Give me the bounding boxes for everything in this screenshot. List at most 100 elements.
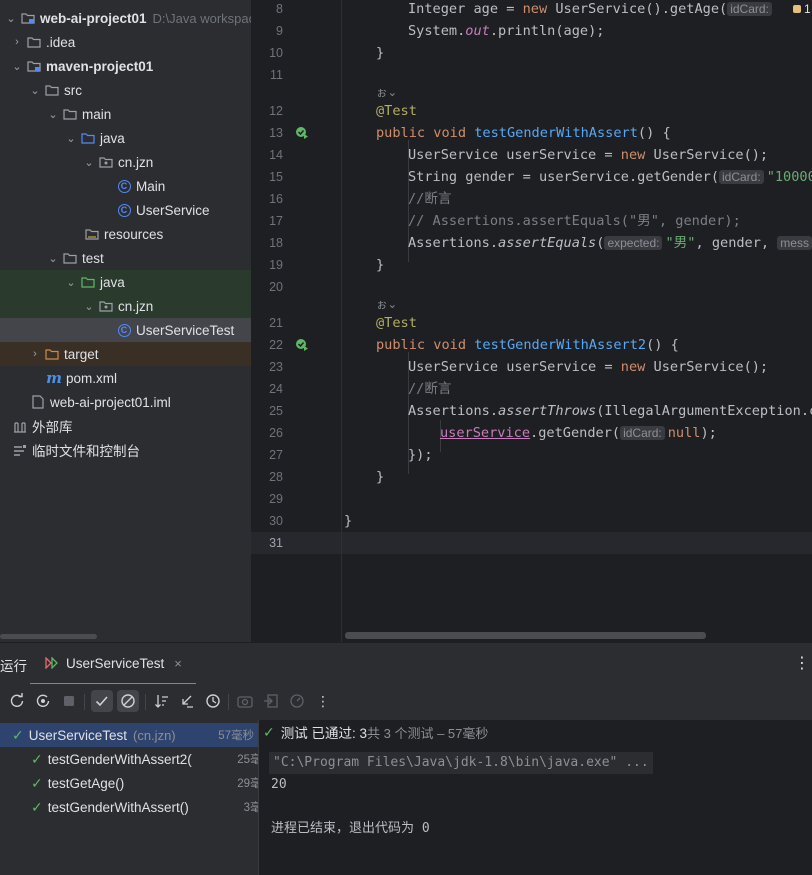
stop-icon[interactable] [58, 690, 80, 712]
tree-item-scratches[interactable]: 临时文件和控制台 [0, 438, 251, 462]
test-results-tree: ✓ UserServiceTest (cn.jzn) 57毫秒 ✓ testGe… [0, 720, 273, 875]
class-icon: C [116, 322, 132, 338]
tree-item-userservice-class[interactable]: C UserService [0, 198, 251, 222]
code-line-18: Assertions.assertEquals(expected: "男", ge… [408, 232, 812, 254]
line-number: 22 [269, 338, 283, 352]
code-line-30: } [344, 513, 353, 529]
chevron-down-icon[interactable]: ⌄ [4, 12, 18, 25]
package-icon [98, 298, 114, 314]
chevron-down-icon[interactable]: ⌄ [64, 132, 78, 145]
folder-icon [62, 250, 78, 266]
code-editor[interactable]: 8 9 10 11 12 13 14 15 16 17 18 19 20 21 … [251, 0, 812, 642]
scratches-icon [12, 442, 28, 458]
rerun-icon[interactable] [6, 690, 28, 712]
show-passed-icon[interactable] [91, 690, 113, 712]
folder-icon [44, 82, 60, 98]
chevron-right-icon[interactable]: › [10, 36, 24, 48]
camera-icon[interactable] [234, 690, 256, 712]
console-output[interactable]: ✓ 测试 已通过: 3 共 3 个测试 – 57毫秒 "C:\Program F… [258, 720, 812, 875]
line-number: 11 [270, 68, 283, 82]
tree-item-test-package[interactable]: ⌄ cn.jzn [0, 294, 251, 318]
run-test-icon[interactable] [295, 126, 309, 140]
test-row-suite[interactable]: ✓ UserServiceTest (cn.jzn) 57毫秒 [0, 723, 270, 747]
line-number: 8 [276, 2, 283, 16]
folder-icon [26, 34, 42, 50]
chevron-down-icon[interactable]: ⌄ [46, 252, 60, 265]
test-run-icon [45, 657, 58, 669]
line-number: 27 [269, 448, 283, 462]
chevron-down-icon[interactable]: ⌄ [82, 156, 96, 169]
line-number: 15 [269, 170, 283, 184]
line-number: 19 [269, 258, 283, 272]
tree-item-iml-file[interactable]: web-ai-project01.iml [0, 390, 251, 414]
tree-item-test-java[interactable]: ⌄ java [0, 270, 251, 294]
code-line-22: public void testGenderWithAssert2() { [376, 337, 679, 353]
test-row-testGenderWithAssert2[interactable]: ✓ testGenderWithAssert2( 25毫秒 [0, 747, 289, 771]
more-options-icon[interactable]: ⋮ [794, 653, 810, 673]
sort-icon[interactable] [151, 690, 173, 712]
line-number: 25 [269, 404, 283, 418]
warning-icon [793, 5, 801, 13]
coverage-icon[interactable] [286, 690, 308, 712]
console-command-line[interactable]: "C:\Program Files\Java\jdk-1.8\bin\java.… [269, 752, 653, 774]
tree-item-target[interactable]: › target [0, 342, 251, 366]
project-tree-panel: ⌄ web-ai-project01 D:\Java workspac › .i… [0, 0, 251, 642]
test-history-icon[interactable] [202, 690, 224, 712]
run-test-icon[interactable] [295, 338, 309, 352]
param-hint: idCard: [620, 426, 665, 440]
tree-item-main-java[interactable]: ⌄ java [0, 126, 251, 150]
code-line-26: userService.getGender(idCard: null); [440, 425, 717, 441]
chevron-down-icon[interactable]: ⌄ [46, 108, 60, 121]
rerun-failed-icon[interactable] [32, 690, 54, 712]
line-number: 31 [269, 536, 283, 550]
tree-item-pom-xml[interactable]: m pom.xml [0, 366, 251, 390]
close-icon[interactable]: × [174, 656, 182, 671]
show-ignored-icon[interactable] [117, 690, 139, 712]
chevron-down-icon[interactable]: ⌄ [64, 276, 78, 289]
tree-item-web-ai-project01[interactable]: ⌄ web-ai-project01 D:\Java workspac [0, 6, 251, 30]
tree-item-maven-project01[interactable]: ⌄ maven-project01 [0, 54, 251, 78]
code-line-17: // Assertions.assertEquals("男", gender); [408, 213, 741, 229]
tree-item-idea[interactable]: › .idea [0, 30, 251, 54]
toolbar-separator [228, 694, 229, 710]
line-number: 10 [269, 46, 283, 60]
code-line-19: } [376, 257, 385, 273]
line-number: 16 [269, 192, 283, 206]
inspection-widget[interactable]: 1 [793, 0, 811, 20]
chevron-down-icon[interactable]: ⌄ [10, 60, 24, 73]
test-status-line: ✓ 测试 已通过: 3 共 3 个测试 – 57毫秒 [263, 723, 489, 742]
more-vertical-icon[interactable]: ⋮ [312, 690, 334, 712]
folder-icon [62, 106, 78, 122]
line-number: 14 [269, 148, 283, 162]
import-icon[interactable] [260, 690, 282, 712]
test-row-testGetAge[interactable]: ✓ testGetAge() 29毫秒 [0, 771, 289, 795]
tree-horizontal-scrollbar[interactable] [0, 634, 97, 639]
test-row-testGenderWithAssert[interactable]: ✓ testGenderWithAssert() 3毫秒 [0, 795, 289, 819]
tree-item-main[interactable]: ⌄ main [0, 102, 251, 126]
library-icon [12, 418, 28, 434]
class-icon: C [116, 178, 132, 194]
tree-item-main-class[interactable]: C Main [0, 174, 251, 198]
module-folder-icon [26, 58, 42, 74]
tab-userservicetest[interactable]: UserServiceTest × [30, 643, 196, 685]
chevron-down-icon[interactable]: ⌄ [82, 300, 96, 313]
passed-check-icon: ✓ [12, 726, 24, 743]
tree-item-userservicetest-class[interactable]: C UserServiceTest [0, 318, 251, 342]
tree-item-main-package[interactable]: ⌄ cn.jzn [0, 150, 251, 174]
line-number: 28 [269, 470, 283, 484]
passed-check-icon: ✓ [31, 774, 43, 791]
test-source-folder-icon [80, 274, 96, 290]
tree-item-src[interactable]: ⌄ src [0, 78, 251, 102]
tree-item-resources[interactable]: resources [0, 222, 251, 246]
code-line-15: String gender = userService.getGender(id… [408, 169, 812, 185]
tree-item-test[interactable]: ⌄ test [0, 246, 251, 270]
editor-horizontal-scrollbar[interactable] [345, 632, 706, 639]
collapse-all-icon[interactable] [176, 690, 198, 712]
param-hint: mess [777, 236, 812, 250]
editor-gutter: 8 9 10 11 12 13 14 15 16 17 18 19 20 21 … [251, 0, 341, 642]
chevron-down-icon[interactable]: ⌄ [28, 84, 42, 97]
chevron-right-icon[interactable]: › [28, 348, 42, 360]
code-line-13: public void testGenderWithAssert() { [376, 125, 671, 141]
tree-item-external-libraries[interactable]: 外部库 [0, 414, 251, 438]
line-number: 29 [269, 492, 283, 506]
